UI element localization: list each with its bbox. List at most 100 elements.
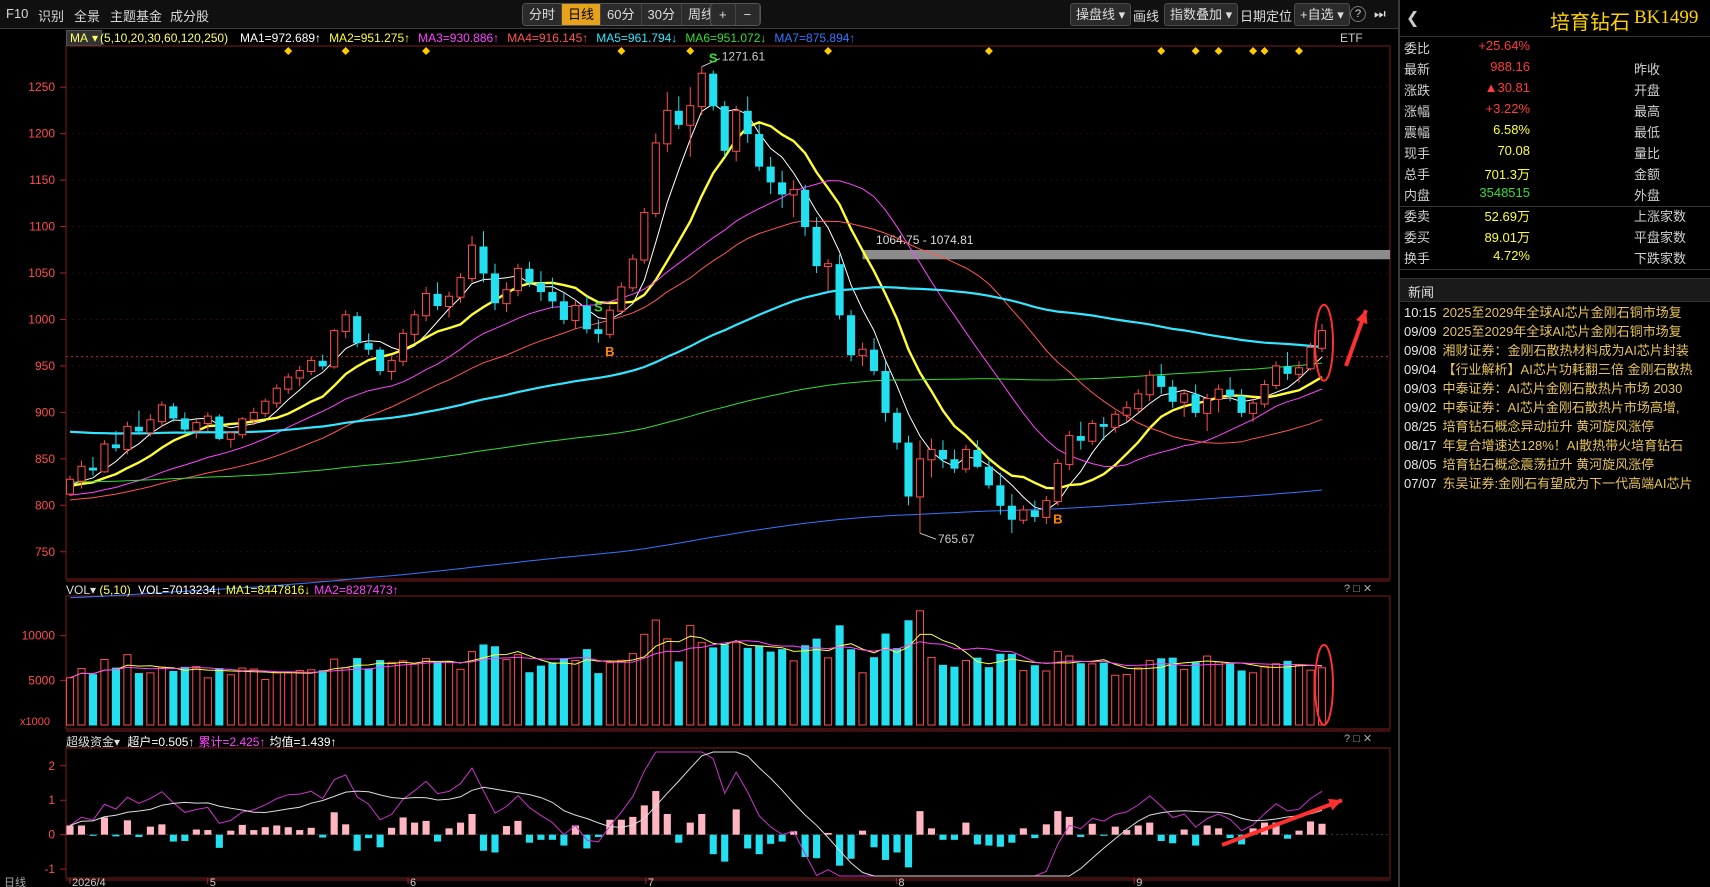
candle (513, 263, 523, 297)
fund-bar (1123, 830, 1131, 835)
candle (1042, 496, 1051, 524)
fund-bar (927, 828, 936, 835)
fund-bar (250, 830, 258, 835)
fund-legend: 超级资金▾ 超户=0.505↑ 累计=2.425↑ 均值=1.439↑ (66, 733, 337, 750)
fund-bar (215, 834, 223, 848)
news-header: 新闻 (1400, 278, 1710, 302)
quote-key: 委比 (1404, 41, 1431, 56)
candles (65, 66, 1327, 534)
candle-body (835, 264, 844, 316)
news-item[interactable]: 10:15 2025至2029年全球AI芯片金刚石铜市场复 (1404, 302, 1710, 322)
event-diamond (1295, 47, 1304, 55)
news-headline: 2025至2029年全球AI芯片金刚石铜市场复 (1442, 324, 1682, 339)
fund-bar (721, 834, 729, 862)
news-item[interactable]: 08/17 年复合增速达128%！AI散热带火培育钻石 (1404, 435, 1710, 455)
stock-name: 培育钻石 (1550, 12, 1630, 34)
fund-bar (1019, 828, 1027, 835)
volume-bar (835, 625, 844, 726)
candle (1168, 379, 1177, 408)
event-diamond (422, 47, 431, 55)
candle-body (1134, 393, 1143, 410)
event-diamond (341, 47, 350, 55)
candle-body (1226, 389, 1235, 397)
candle (1065, 430, 1074, 470)
volume-bar (1294, 664, 1304, 726)
candle-body (77, 465, 86, 482)
fund-bar (973, 834, 981, 845)
fund-bar (89, 834, 97, 836)
high-label: 1271.61 (722, 50, 766, 64)
quote-key: 涨跌 (1404, 83, 1431, 98)
volume-bar (525, 672, 534, 726)
fund-selector[interactable]: 超级资金▾ (66, 735, 120, 749)
fund-bar (675, 834, 683, 843)
date-tick-label: 5 (210, 877, 216, 887)
candle-body (307, 359, 316, 373)
date-tick-label: 6 (410, 877, 416, 887)
fund-bar (296, 830, 304, 835)
fund-bar (411, 822, 419, 835)
fund-bar (319, 834, 327, 838)
candle-body (1180, 393, 1189, 403)
vol-window-controls[interactable]: ? □ ✕ (1344, 582, 1372, 595)
news-item[interactable]: 09/03 中泰证券：AI芯片金刚石散热片市场 2030 (1404, 378, 1710, 398)
candle (467, 235, 477, 283)
candle (732, 105, 741, 162)
candle (996, 472, 1005, 515)
candle-body (295, 370, 304, 379)
candle-body (1157, 375, 1166, 387)
fund-bar (1180, 829, 1188, 835)
candle-body (571, 305, 580, 321)
news-item[interactable]: 09/08 湘财证券：金刚石散热材料成为AI芯片封装 (1404, 340, 1710, 360)
candle-body (1042, 500, 1051, 518)
fund-bar (985, 834, 993, 846)
candle-body (904, 442, 913, 497)
quote-row: 涨幅 +3.22% 最高 (1400, 101, 1710, 123)
vol-values: VOL=7013234↓ MA1=8447816↓ MA2=8287473↑ (134, 583, 399, 597)
fund-bar (514, 820, 522, 835)
quote-key-2: 开盘 (1634, 83, 1661, 98)
candle (444, 291, 454, 318)
volume-bar (1317, 667, 1327, 726)
event-diamond (1249, 47, 1258, 55)
fund-window-controls[interactable]: ? □ ✕ (1344, 732, 1372, 745)
fund-bar (1318, 823, 1326, 835)
volume-bar (720, 644, 729, 726)
volume-bar (640, 633, 649, 726)
news-item[interactable]: 09/09 2025至2029年全球AI芯片金刚石铜市场复 (1404, 321, 1710, 341)
candle-body (146, 419, 155, 434)
vol-selector[interactable]: VOL▾ (66, 583, 96, 597)
news-time: 08/17 (1404, 438, 1437, 453)
fund-values: 超户=0.505↑ 累计=2.425↑ 均值=1.439↑ (123, 735, 336, 749)
quote-key-2: 最高 (1634, 104, 1661, 119)
candle (617, 282, 626, 315)
fund-bar (1226, 834, 1234, 839)
quote-key: 内盘 (1404, 188, 1431, 203)
candle-body (950, 459, 959, 469)
fund-bar (112, 834, 120, 837)
candle-body (824, 263, 833, 268)
news-headline: 2025至2029年全球AI芯片金刚石铜市场复 (1442, 305, 1682, 320)
news-item[interactable]: 07/07 东吴证券:金刚石有望成为下一代高端AI芯片 (1404, 473, 1710, 493)
quote-row: 委卖 52.69万 上涨家数 (1400, 206, 1710, 228)
candle-body (479, 246, 488, 274)
news-headline: 【行业解析】AI芯片功耗翻三倍 金刚石散热 (1442, 362, 1693, 377)
candle-body (1294, 367, 1304, 375)
news-item[interactable]: 08/25 培育钻石概念异动拉升 黄河旋风涨停 (1404, 416, 1710, 436)
kline-chart[interactable]: 125012001150110010501000950900850800750 … (0, 0, 1398, 887)
volume-bar (433, 661, 442, 726)
news-item[interactable]: 09/02 中泰证券：AI芯片金刚石散热片市场高增, (1404, 397, 1710, 417)
candle (559, 291, 568, 325)
news-item[interactable]: 08/05 培育钻石概念震荡拉升 黄河旋风涨停 (1404, 454, 1710, 474)
fund-bar (1008, 834, 1016, 843)
fund-bar (744, 834, 752, 849)
fund-bar (1192, 834, 1200, 846)
news-item[interactable]: 09/04 【行业解析】AI芯片功耗翻三倍 金刚石散热 (1404, 359, 1710, 379)
volume-bar (755, 645, 764, 726)
back-arrow-icon[interactable]: ❮ (1406, 8, 1419, 28)
vol-label: VOL (66, 583, 91, 597)
volume-bar (364, 668, 373, 726)
candle-body (88, 467, 98, 471)
fund-bar (663, 814, 671, 835)
volume-bar (387, 661, 396, 726)
